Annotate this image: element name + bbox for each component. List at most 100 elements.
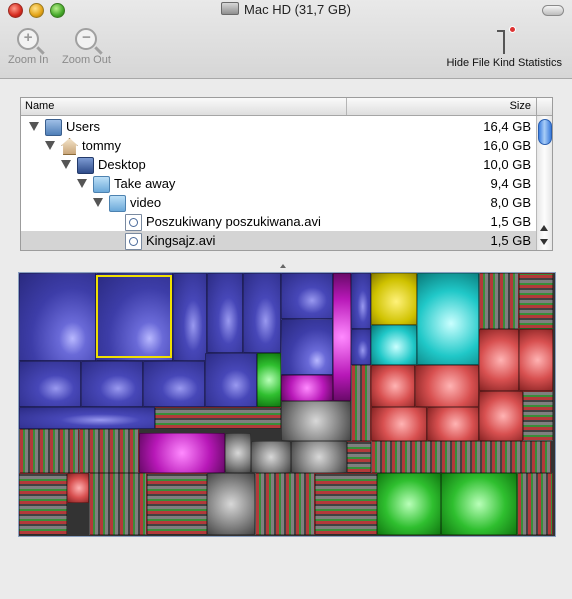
treemap-cell[interactable] [479,391,523,441]
row-size: 10,0 GB [483,157,531,172]
treemap-cell[interactable] [479,273,519,329]
treemap-cell[interactable] [81,361,143,407]
treemap-cell[interactable] [143,361,205,407]
treemap-cell[interactable] [519,273,553,329]
treemap-view[interactable] [18,272,556,537]
treemap-cell[interactable] [281,401,351,441]
list-header: Name Size [21,98,536,116]
treemap-cell[interactable] [377,473,441,535]
hide-file-kind-statistics-label: Hide File Kind Statistics [446,57,562,69]
treemap-cell[interactable] [333,273,351,401]
split-view-handle-icon[interactable] [280,264,286,268]
treemap-cell[interactable] [371,441,551,473]
treemap-cell[interactable] [281,375,333,401]
title-toolbar: Mac HD (31,7 GB) + Zoom In − Zoom Out Hi… [0,0,572,79]
header-corner [536,98,552,116]
vertical-scrollbar[interactable] [536,116,552,250]
toolbar-toggle-button[interactable] [542,5,564,16]
treemap-cell[interactable] [371,407,427,441]
treemap-cell[interactable] [371,365,415,407]
treemap-cell[interactable] [67,473,89,503]
treemap-cell[interactable] [351,365,371,441]
treemap-cell[interactable] [251,441,291,473]
desktop-folder-icon [77,157,94,174]
disclosure-triangle-icon[interactable] [45,141,55,150]
zoom-out-button[interactable]: − Zoom Out [62,28,111,66]
statistics-drawer-icon [495,26,517,54]
treemap-cell[interactable] [19,273,96,361]
treemap-cell[interactable] [281,273,333,319]
column-header-size[interactable]: Size [510,100,531,112]
scroll-up-arrow-icon[interactable] [540,225,548,231]
treemap-cell[interactable] [415,365,479,407]
treemap-cell[interactable] [147,473,207,535]
treemap-cell[interactable] [519,329,553,391]
treemap-cell[interactable] [19,407,155,429]
treemap-cell[interactable] [417,273,479,365]
column-divider[interactable] [346,98,347,115]
treemap-cell[interactable] [291,441,347,473]
row-name: tommy [82,138,121,153]
disclosure-triangle-icon[interactable] [77,179,87,188]
treemap-cell[interactable] [225,433,251,473]
treemap-cell[interactable] [347,441,371,473]
list-row-tommy[interactable]: tommy 16,0 GB [21,136,536,155]
file-outline-view[interactable]: Name Size Users 16,4 GB tommy 16,0 GB De… [20,97,553,251]
treemap-cell[interactable] [351,329,371,365]
zoom-out-label: Zoom Out [62,54,111,66]
list-row-take-away[interactable]: Take away 9,4 GB [21,174,536,193]
row-size: 1,5 GB [490,214,531,229]
list-row-desktop[interactable]: Desktop 10,0 GB [21,155,536,174]
treemap-cell[interactable] [523,391,553,441]
disclosure-triangle-icon[interactable] [61,160,71,169]
treemap-cell[interactable] [207,473,255,535]
treemap-cell[interactable] [255,473,315,535]
app-window: Mac HD (31,7 GB) + Zoom In − Zoom Out Hi… [0,0,572,599]
row-size: 9,4 GB [490,176,531,191]
list-row-kingsajz[interactable]: Kingsajz.avi 1,5 GB [21,231,536,250]
treemap-cell[interactable] [479,329,519,391]
treemap-cell[interactable] [351,273,371,329]
zoom-in-icon: + [17,28,40,50]
treemap-cell[interactable] [173,273,207,361]
treemap-cell[interactable] [371,325,417,365]
row-name: Kingsajz.avi [146,233,216,248]
folder-icon [93,176,110,193]
row-size: 1,5 GB [490,233,531,248]
scroll-thumb[interactable] [538,119,552,145]
hide-file-kind-statistics-button[interactable]: Hide File Kind Statistics [446,26,562,69]
row-size: 16,0 GB [483,138,531,153]
treemap-cell[interactable] [79,429,139,473]
treemap-cell[interactable] [315,473,377,535]
list-row-users[interactable]: Users 16,4 GB [21,117,536,136]
treemap-cell[interactable] [207,273,243,353]
treemap-cell[interactable] [281,319,333,375]
treemap-cell[interactable] [19,361,81,407]
treemap-cell[interactable] [427,407,479,441]
row-name: Desktop [98,157,146,172]
treemap-cell[interactable] [205,353,257,407]
column-header-name[interactable]: Name [25,100,54,112]
list-row-video[interactable]: video 8,0 GB [21,193,536,212]
treemap-cell[interactable] [257,353,281,407]
treemap-cell[interactable] [517,473,553,535]
window-title-text: Mac HD (31,7 GB) [244,2,351,17]
treemap-cell[interactable] [89,473,147,535]
treemap-cell[interactable] [19,473,67,535]
treemap-cell[interactable] [139,433,225,473]
scroll-down-arrow-icon[interactable] [540,239,548,245]
treemap-cell[interactable] [19,429,79,473]
user-folder-icon [45,119,62,136]
row-name: Poszukiwany poszukiwana.avi [146,214,321,229]
zoom-in-button[interactable]: + Zoom In [8,28,48,66]
row-name: video [130,195,162,210]
video-file-icon [125,214,142,231]
treemap-cell[interactable] [441,473,517,535]
treemap-cell[interactable] [155,407,281,429]
treemap-cell[interactable] [371,273,417,325]
disclosure-triangle-icon[interactable] [93,198,103,207]
list-row-poszukiwany[interactable]: Poszukiwany poszukiwana.avi 1,5 GB [21,212,536,231]
treemap-cell[interactable] [243,273,281,353]
row-size: 8,0 GB [490,195,531,210]
disclosure-triangle-icon[interactable] [29,122,39,131]
